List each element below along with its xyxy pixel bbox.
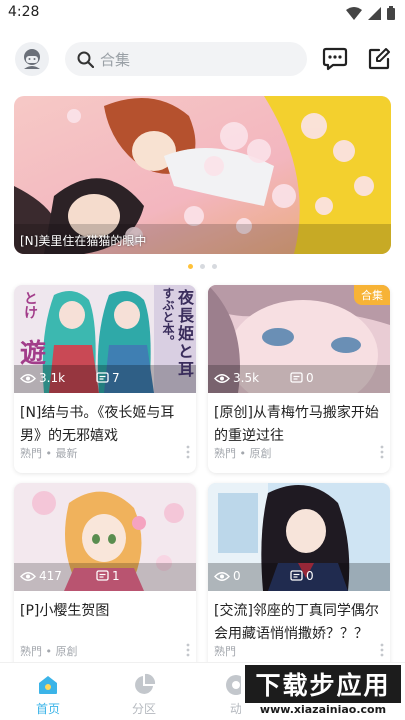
banner-illustration — [14, 96, 391, 254]
post-meta: 熟門 — [214, 645, 236, 658]
comment-count: 1 — [96, 569, 120, 583]
comment-icon — [290, 570, 303, 581]
comment-count: 0 — [290, 371, 314, 385]
banner-carousel[interactable]: [N]美里住在猫猫的眼中 — [14, 96, 391, 254]
comment-icon — [96, 570, 109, 581]
carousel-dot[interactable] — [212, 264, 217, 269]
post-card[interactable]: 417 1 [P]小樱生贺图 熟門 • 原創 — [14, 483, 196, 671]
eye-icon — [20, 373, 36, 383]
user-avatar-icon — [24, 49, 40, 69]
carousel-dot[interactable] — [200, 264, 205, 269]
post-title[interactable]: [交流]邻座的丁真同学偶尔会用藏语悄悄撒娇？？？ — [214, 600, 384, 646]
post-title[interactable]: [原创]从青梅竹马搬家开始的重逆过往 — [214, 402, 384, 448]
pie-chart-icon — [135, 673, 156, 694]
comment-icon — [290, 372, 303, 383]
watermark-url: www.xiazainiao.com — [259, 703, 387, 716]
wifi-icon — [346, 6, 362, 20]
battery-icon — [387, 6, 395, 20]
carousel-dot[interactable] — [188, 264, 193, 269]
message-button[interactable] — [320, 44, 350, 74]
post-card[interactable]: 0 0 [交流]邻座的丁真同学偶尔会用藏语悄悄撒娇？？？ 熟門 — [208, 483, 390, 671]
comment-icon — [96, 372, 109, 383]
eye-icon — [20, 571, 36, 581]
post-meta: 熟門 • 最新 — [20, 447, 78, 460]
more-options-icon[interactable] — [380, 643, 384, 657]
status-icons — [346, 6, 395, 20]
collection-badge: 合集 — [354, 285, 390, 305]
watermark-title: 下载步应用 — [245, 665, 401, 703]
post-title[interactable]: [N]结与书。《夜长姬与耳男》的无邪嬉戏 — [20, 402, 190, 448]
more-options-icon[interactable] — [186, 643, 190, 657]
tab-category[interactable]: 分区 — [104, 663, 184, 720]
tab-home[interactable]: 首页 — [8, 663, 88, 720]
cover-text: 遊 — [20, 339, 47, 369]
view-count: 3.1k — [20, 371, 65, 385]
more-options-icon[interactable] — [380, 445, 384, 459]
tab-home-label: 首页 — [35, 702, 60, 716]
post-card[interactable]: 合集 3.5k 0 [原创]从青梅竹马搬家开始的重逆过往 熟門 • 原創 — [208, 285, 390, 473]
search-bar[interactable]: 合集 — [65, 42, 307, 76]
comment-count: 7 — [96, 371, 120, 385]
top-header: 合集 — [0, 40, 405, 80]
compose-button[interactable] — [364, 44, 394, 74]
post-stats: 3.5k 0 — [214, 371, 384, 385]
cover-text: 夜長姫と耳 — [175, 289, 194, 379]
search-placeholder: 合集 — [100, 50, 131, 69]
view-count: 0 — [214, 569, 241, 583]
avatar[interactable] — [15, 42, 49, 76]
post-stats: 417 1 — [20, 569, 190, 583]
status-time: 4:28 — [8, 4, 40, 20]
view-count: 417 — [20, 569, 62, 583]
edit-icon — [368, 48, 390, 70]
cover-text: とけ — [22, 291, 38, 319]
carousel-indicator — [0, 264, 405, 269]
comment-count: 0 — [290, 569, 314, 583]
status-bar: 4:28 — [0, 0, 405, 26]
eye-icon — [214, 373, 230, 383]
view-count: 3.5k — [214, 371, 259, 385]
post-title[interactable]: [P]小樱生贺图 — [20, 600, 190, 623]
banner-caption: [N]美里住在猫猫的眼中 — [20, 234, 147, 248]
post-stats: 0 0 — [214, 569, 384, 583]
more-options-icon[interactable] — [186, 445, 190, 459]
post-meta: 熟門 • 原創 — [214, 447, 272, 460]
search-icon — [77, 51, 94, 68]
cellular-icon — [368, 6, 381, 20]
watermark-logo: 下载步应用 www.xiazainiao.com — [241, 665, 403, 719]
post-stats: 3.1k 7 — [20, 371, 190, 385]
chat-bubble-icon — [322, 47, 348, 71]
post-card[interactable]: すぶと本。 夜長姫と耳 とけ 遊 3.1k 7 [N]结与书。《夜长姬与耳男》的… — [14, 285, 196, 473]
home-icon — [39, 676, 57, 694]
eye-icon — [214, 571, 230, 581]
post-meta: 熟門 • 原創 — [20, 645, 78, 658]
tab-category-label: 分区 — [131, 702, 156, 716]
